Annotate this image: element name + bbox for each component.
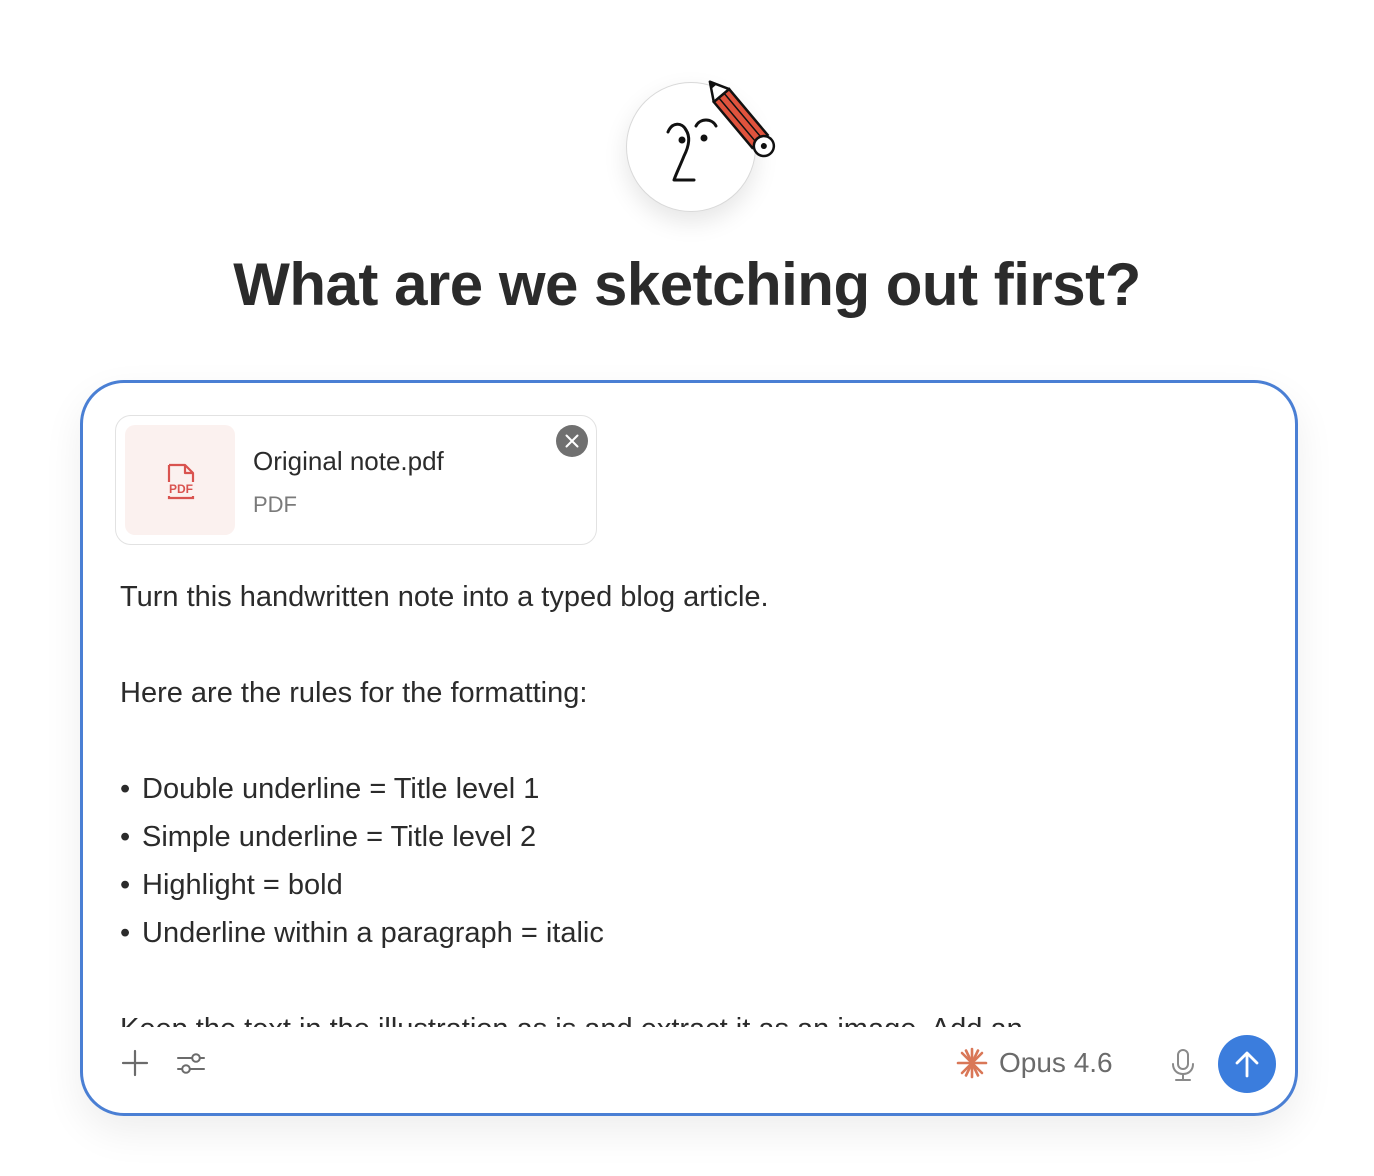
remove-attachment-button[interactable] bbox=[556, 425, 588, 457]
model-label: Opus 4.6 bbox=[999, 1047, 1113, 1078]
arrow-up-icon bbox=[1235, 1051, 1259, 1078]
bullet-item: • Simple underline = Title level 2 bbox=[120, 813, 1260, 861]
attachment-card[interactable]: PDF Original note.pdf PDF bbox=[115, 415, 597, 545]
send-button[interactable] bbox=[1218, 1035, 1276, 1093]
bullet-text: Double underline = Title level 1 bbox=[142, 773, 540, 805]
bullet-marker: • bbox=[120, 869, 131, 901]
prompt-line: Turn this handwritten note into a typed … bbox=[120, 581, 769, 613]
bullet-text: Highlight = bold bbox=[142, 869, 343, 901]
prompt-line: Keep the text in the illustration as is … bbox=[120, 1005, 1260, 1027]
plus-icon bbox=[121, 1049, 149, 1077]
message-composer[interactable]: PDF Original note.pdf PDF Turn this hand… bbox=[80, 380, 1298, 1116]
sliders-icon bbox=[177, 1053, 205, 1074]
face-sketch-icon bbox=[666, 80, 776, 182]
attachment-thumbnail: PDF bbox=[125, 425, 235, 535]
logo bbox=[620, 74, 790, 224]
bullet-marker: • bbox=[120, 773, 131, 805]
page: What are we sketching out first? PDF Ori… bbox=[0, 0, 1374, 1176]
bullet-marker: • bbox=[120, 821, 131, 853]
sparkle-icon bbox=[956, 1047, 988, 1079]
bullet-text: Simple underline = Title level 2 bbox=[142, 821, 537, 853]
bullet-item: • Highlight = bold bbox=[120, 861, 1260, 909]
pdf-icon-label: PDF bbox=[169, 482, 193, 496]
bullet-item: • Underline within a paragraph = italic bbox=[120, 909, 1260, 957]
add-button[interactable] bbox=[115, 1043, 155, 1083]
bullet-text: Underline within a paragraph = italic bbox=[142, 917, 604, 949]
prompt-input[interactable]: Turn this handwritten note into a typed … bbox=[120, 573, 1260, 1027]
close-icon bbox=[565, 434, 579, 448]
model-selector[interactable]: Opus 4.6 bbox=[955, 1043, 1113, 1083]
page-title: What are we sketching out first? bbox=[233, 251, 1141, 318]
attachment-file-type: PDF bbox=[253, 492, 297, 517]
pdf-file-icon: PDF bbox=[167, 463, 195, 500]
prompt-line: Here are the rules for the formatting: bbox=[120, 677, 588, 709]
settings-button[interactable] bbox=[171, 1043, 211, 1083]
microphone-icon bbox=[1172, 1049, 1194, 1081]
bullet-item: • Double underline = Title level 1 bbox=[120, 765, 1260, 813]
voice-input-button[interactable] bbox=[1163, 1045, 1203, 1085]
bullet-marker: • bbox=[120, 917, 131, 949]
attachment-file-name: Original note.pdf bbox=[253, 446, 444, 476]
